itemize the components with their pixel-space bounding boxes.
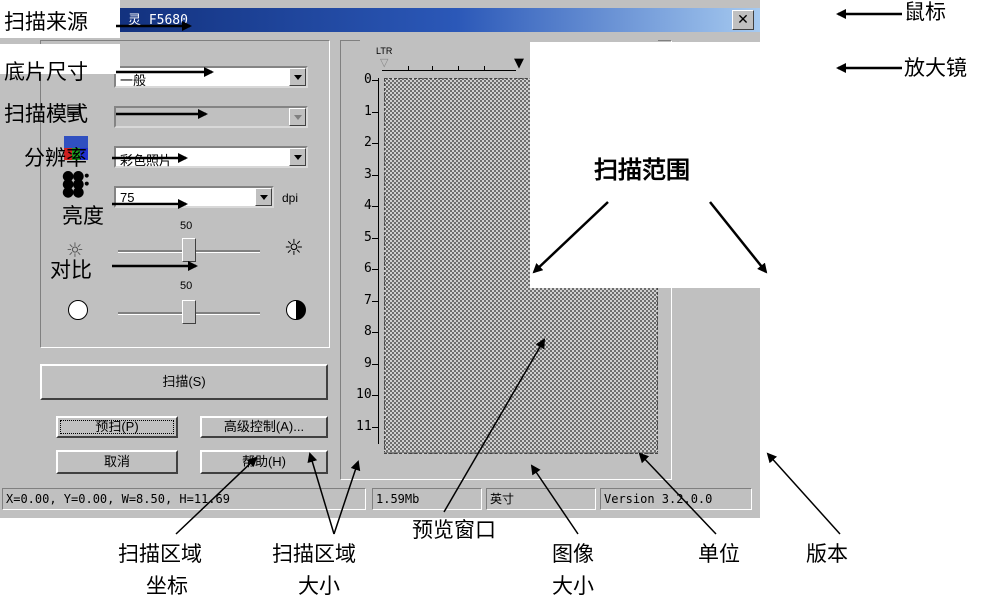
annotation-arrows	[112, 9, 902, 535]
